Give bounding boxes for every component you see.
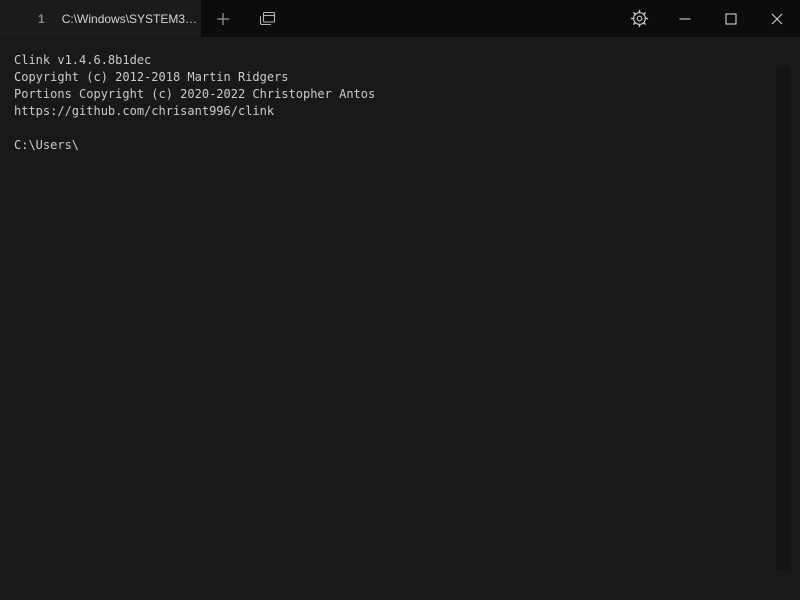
terminal-line: Portions Copyright (c) 2020-2022 Christo…	[14, 86, 776, 103]
terminal-line: https://github.com/chrisant996/clink	[14, 103, 776, 120]
tab-switcher-button[interactable]	[245, 0, 289, 37]
windows-icon	[257, 9, 277, 29]
terminal-line: Clink v1.4.6.8b1dec	[14, 52, 776, 69]
terminal-line: Copyright (c) 2012-2018 Martin Ridgers	[14, 69, 776, 86]
close-button[interactable]	[754, 0, 800, 37]
terminal-output[interactable]: Clink v1.4.6.8b1decCopyright (c) 2012-20…	[0, 37, 800, 600]
minimize-button[interactable]	[662, 0, 708, 37]
settings-button[interactable]	[616, 0, 662, 37]
close-icon	[771, 13, 783, 25]
gear-icon	[630, 9, 649, 28]
tab-title: C:\Windows\SYSTEM3…	[62, 12, 197, 26]
terminal-line: C:\Users\	[14, 137, 776, 154]
maximize-icon	[725, 13, 737, 25]
terminal-line	[14, 120, 776, 137]
plus-icon	[216, 12, 230, 26]
titlebar-drag-region[interactable]	[289, 0, 616, 37]
tab-index: 1	[38, 12, 45, 26]
terminal-scrollbar[interactable]	[776, 67, 790, 570]
new-tab-button[interactable]	[201, 0, 245, 37]
minimize-icon	[679, 13, 691, 25]
terminal-lines: Clink v1.4.6.8b1decCopyright (c) 2012-20…	[14, 52, 776, 154]
titlebar: 1 C:\Windows\SYSTEM3…	[0, 0, 800, 37]
terminal-window: 1 C:\Windows\SYSTEM3…	[0, 0, 800, 600]
maximize-button[interactable]	[708, 0, 754, 37]
terminal-tab[interactable]: 1 C:\Windows\SYSTEM3…	[0, 0, 201, 37]
